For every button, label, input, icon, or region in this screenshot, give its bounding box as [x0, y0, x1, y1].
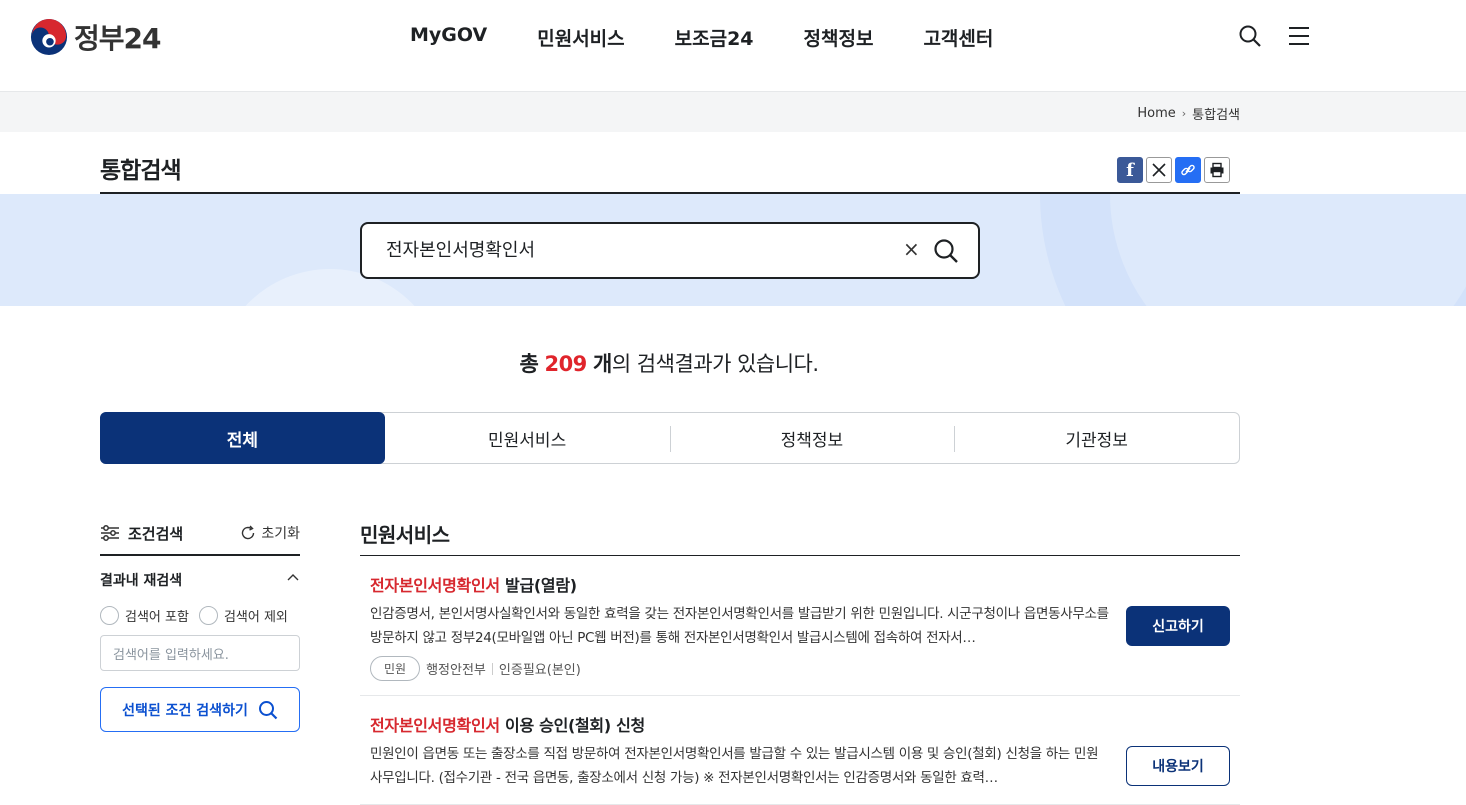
- result-title[interactable]: 전자본인서명확인서 발급(열람): [370, 572, 1230, 596]
- radio-include-label: 검색어 포함: [125, 610, 189, 625]
- nav-civil-service[interactable]: 민원서비스: [537, 24, 624, 51]
- search-input[interactable]: [386, 238, 886, 259]
- breadcrumb: Home › 통합검색: [1137, 104, 1240, 123]
- clear-icon[interactable]: ×: [903, 237, 920, 261]
- refresh-icon: [242, 525, 255, 540]
- tab-agency-info[interactable]: 기관정보: [954, 413, 1239, 463]
- view-details-button[interactable]: 내용보기: [1126, 746, 1230, 786]
- logo-text: 정부24: [74, 22, 161, 55]
- section-title: 민원서비스: [360, 512, 1240, 556]
- apply-filter-button[interactable]: 선택된 조건 검색하기: [100, 687, 300, 732]
- result-title-highlight: 전자본인서명확인서: [370, 576, 500, 595]
- nav-policy-info[interactable]: 정책정보: [804, 24, 874, 51]
- result-title-rest: 발급(열람): [499, 576, 577, 595]
- main-nav: MyGOV 민원서비스 보조금24 정책정보 고객센터: [410, 24, 1043, 51]
- breadcrumb-home[interactable]: Home: [1137, 106, 1175, 121]
- nav-subsidy24[interactable]: 보조금24: [675, 24, 754, 51]
- filter-title-text: 조건검색: [128, 524, 184, 543]
- radio-include[interactable]: 검색어 포함: [100, 606, 189, 625]
- menu-icon[interactable]: [1287, 24, 1311, 48]
- tab-civil-service[interactable]: 민원서비스: [385, 413, 670, 463]
- taegeuk-logo-icon: [30, 18, 68, 56]
- filter-sidebar: 조건검색 초기화 결과내 재검색 검색어 포함 검색어 제외 검색어를 입력하세…: [100, 512, 300, 732]
- search-icon[interactable]: [1238, 24, 1262, 48]
- search-box: ×: [360, 222, 980, 279]
- auth-requirement: 인증필요(본인): [498, 663, 581, 678]
- facebook-icon[interactable]: f: [1117, 157, 1143, 183]
- result-suffix: 의 검색결과가 있습니다.: [611, 352, 819, 376]
- header-utility: [1238, 24, 1311, 48]
- refine-search-title: 결과내 재검색: [100, 573, 183, 589]
- result-description: 인감증명서, 본인서명사실확인서와 동일한 효력을 갖는 전자본인서명확인서를 …: [370, 606, 1109, 646]
- refine-search-input[interactable]: 검색어를 입력하세요.: [100, 635, 300, 671]
- result-title-highlight: 전자본인서명확인서: [370, 716, 500, 735]
- refine-radio-group: 검색어 포함 검색어 제외: [100, 606, 300, 625]
- result-unit: 개: [592, 352, 612, 376]
- decorative-ring: [1040, 194, 1466, 306]
- share-toolbar: f: [1117, 157, 1230, 183]
- x-icon[interactable]: [1146, 157, 1172, 183]
- nav-customer-center[interactable]: 고객센터: [923, 24, 993, 51]
- category-badge: 민원: [370, 656, 421, 681]
- filter-header: 조건검색 초기화: [100, 512, 300, 556]
- sliders-icon: [101, 525, 119, 541]
- radio-circle[interactable]: [198, 606, 218, 625]
- meta-divider: [491, 662, 493, 675]
- result-description: 민원인이 읍면동 또는 출장소를 직접 방문하여 전자본인서명확인서를 발급할 …: [370, 746, 1099, 786]
- chevron-up-icon[interactable]: [286, 570, 300, 590]
- link-icon[interactable]: [1175, 157, 1201, 183]
- agency-name: 행정안전부: [426, 663, 486, 678]
- site-header: 정부24 MyGOV 민원서비스 보조금24 정책정보 고객센터: [0, 0, 1466, 91]
- radio-circle[interactable]: [100, 606, 119, 625]
- result-count: 총 209 개의 검색결과가 있습니다.: [0, 348, 1338, 378]
- tab-all[interactable]: 전체: [100, 412, 385, 464]
- chevron-right-icon: ›: [1181, 107, 1187, 120]
- filter-title: 조건검색: [100, 523, 183, 544]
- results-main: 민원서비스 전자본인서명확인서 발급(열람) 인감증명서, 본인서명사실확인서와…: [360, 512, 1240, 805]
- result-title[interactable]: 전자본인서명확인서 이용 승인(철회) 신청: [370, 712, 1230, 736]
- result-meta: 민원 행정안전부 인증필요(본인): [370, 656, 1230, 681]
- refine-search-header[interactable]: 결과내 재검색: [100, 570, 300, 590]
- print-icon[interactable]: [1204, 157, 1230, 183]
- result-tabs: 전체 민원서비스 정책정보 기관정보: [100, 412, 1240, 464]
- nav-mygov[interactable]: MyGOV: [410, 24, 487, 51]
- radio-exclude-label: 검색어 제외: [223, 610, 288, 625]
- apply-filter-label: 선택된 조건 검색하기: [122, 702, 248, 719]
- result-title-rest: 이용 승인(철회) 신청: [499, 716, 645, 735]
- radio-exclude[interactable]: 검색어 제외: [198, 606, 288, 625]
- breadcrumb-current: 통합검색: [1192, 108, 1240, 123]
- apply-button[interactable]: 신고하기: [1126, 606, 1230, 646]
- reset-label: 초기화: [261, 526, 300, 542]
- search-icon: [258, 700, 278, 719]
- result-item: 전자본인서명확인서 발급(열람) 인감증명서, 본인서명사실확인서와 동일한 효…: [360, 556, 1240, 696]
- tab-policy-info[interactable]: 정책정보: [669, 413, 955, 463]
- result-prefix: 총: [519, 352, 539, 376]
- site-logo[interactable]: 정부24: [30, 17, 161, 57]
- result-number: 209: [544, 352, 587, 376]
- reset-button[interactable]: 초기화: [240, 523, 300, 543]
- result-item: 전자본인서명확인서 이용 승인(철회) 신청 민원인이 읍면동 또는 출장소를 …: [360, 696, 1240, 805]
- search-submit-icon[interactable]: [932, 237, 960, 265]
- breadcrumb-bar: Home › 통합검색: [0, 91, 1466, 132]
- page-title: 통합검색: [100, 158, 182, 184]
